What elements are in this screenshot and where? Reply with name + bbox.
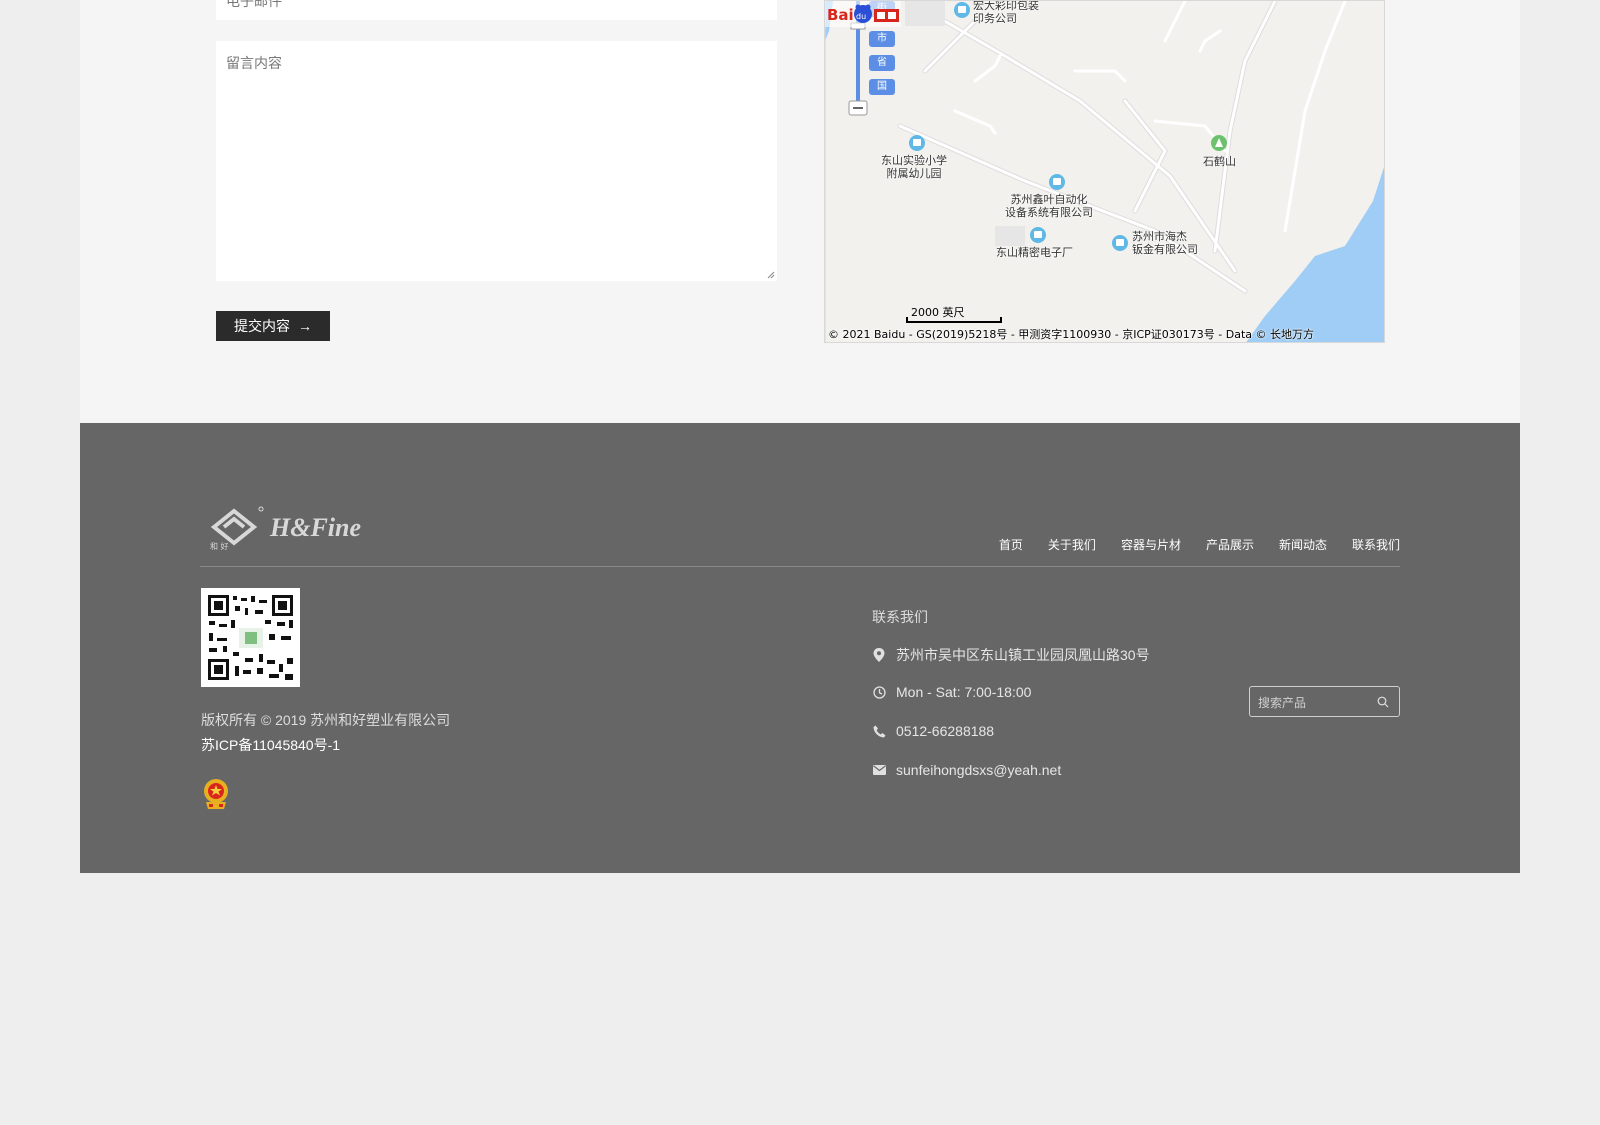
copyright-text: 版权所有 © 2019 苏州和好塑业有限公司 [201, 712, 451, 728]
mail-icon [872, 763, 886, 777]
baidu-map[interactable]: 街 市 省 国 宏大彩印包装印务公司 东山实验小学附属幼儿园 苏州鑫叶自动化设备… [824, 0, 1385, 343]
message-textarea[interactable]: 留言内容 [216, 41, 777, 281]
submit-button[interactable]: 提交内容 → [216, 311, 330, 341]
map-scale-bar [906, 317, 1002, 323]
nav-item-products[interactable]: 产品展示 [1206, 536, 1254, 553]
nav-item-contact[interactable]: 联系我们 [1352, 536, 1400, 553]
police-emblem-icon[interactable] [201, 776, 231, 812]
map-poi-label[interactable]: 东山实验小学 附属幼儿园 [881, 154, 947, 180]
svg-text:和 好: 和 好 [210, 541, 229, 551]
email-field[interactable]: 电子邮件 [216, 0, 777, 20]
nav-item-about[interactable]: 关于我们 [1048, 536, 1096, 553]
hours-text: Mon - Sat: 7:00-18:00 [896, 684, 1032, 700]
submit-label: 提交内容 [234, 318, 290, 334]
hfine-logo-icon[interactable]: 和 好 H&Fine [204, 503, 369, 553]
product-search [1249, 686, 1400, 718]
zoom-country-button[interactable]: 国 [869, 79, 895, 95]
map-copyright: © 2021 Baidu - GS(2019)5218号 - 甲测资字11009… [828, 328, 1315, 341]
footer-divider [200, 566, 1400, 567]
location-pin-icon [872, 648, 886, 662]
nav-item-home[interactable]: 首页 [999, 536, 1023, 553]
hours-row: Mon - Sat: 7:00-18:00 [872, 684, 1031, 700]
map-poi-label[interactable]: 苏州鑫叶自动化 设备系统有限公司 [1005, 193, 1093, 219]
page: 电子邮件 留言内容 提交内容 → 市 省 国 宏大彩印包装 印务公司 东山实验小… [80, 0, 1520, 873]
zoom-city-button[interactable]: 市 [869, 31, 895, 47]
nav-item-news[interactable]: 新闻动态 [1279, 536, 1327, 553]
resize-handle-icon[interactable] [767, 271, 775, 279]
map-poi-label[interactable]: 石鹤山 [1203, 155, 1236, 168]
phone-text[interactable]: 0512-66288188 [896, 723, 994, 739]
footer-nav: 首页 关于我们 容器与片材 产品展示 新闻动态 联系我们 [999, 536, 1400, 553]
message-placeholder: 留言内容 [226, 55, 282, 71]
email-placeholder: 电子邮件 [226, 0, 282, 9]
email-text[interactable]: sunfeihongdsxs@yeah.net [896, 762, 1061, 778]
address-row: 苏州市吴中区东山镇工业园凤凰山路30号 [872, 645, 1150, 665]
map-poi-label[interactable]: 苏州市海杰 钣金有限公司 [1132, 230, 1198, 256]
contact-title: 联系我们 [872, 609, 928, 625]
svg-text:Bai: Bai [827, 6, 854, 24]
phone-icon [872, 724, 886, 738]
svg-text:du: du [856, 12, 866, 21]
nav-item-containers[interactable]: 容器与片材 [1121, 536, 1181, 553]
qr-code-icon [201, 588, 300, 687]
product-search-input[interactable] [1250, 687, 1380, 718]
email-row: sunfeihongdsxs@yeah.net [872, 762, 1061, 778]
baidu-logo-icon[interactable]: Bai du [825, 1, 901, 27]
phone-row: 0512-66288188 [872, 723, 994, 739]
clock-icon [872, 685, 886, 699]
map-poi-label[interactable]: 东山精密电子厂 [996, 246, 1073, 259]
svg-text:H&Fine: H&Fine [269, 513, 361, 542]
search-icon[interactable] [1377, 696, 1389, 708]
map-poi-label[interactable]: 宏大彩印包装 印务公司 [973, 1, 1039, 25]
contact-section: 电子邮件 留言内容 提交内容 → 市 省 国 宏大彩印包装 印务公司 东山实验小… [80, 0, 1520, 423]
footer: 和 好 H&Fine 首页 关于我们 容器与片材 产品展示 新闻动态 联系我们 [80, 423, 1520, 873]
zoom-province-button[interactable]: 省 [869, 55, 895, 71]
arrow-right-icon: → [298, 318, 312, 334]
icp-link[interactable]: 苏ICP备11045840号-1 [201, 735, 340, 755]
address-text: 苏州市吴中区东山镇工业园凤凰山路30号 [896, 647, 1150, 663]
